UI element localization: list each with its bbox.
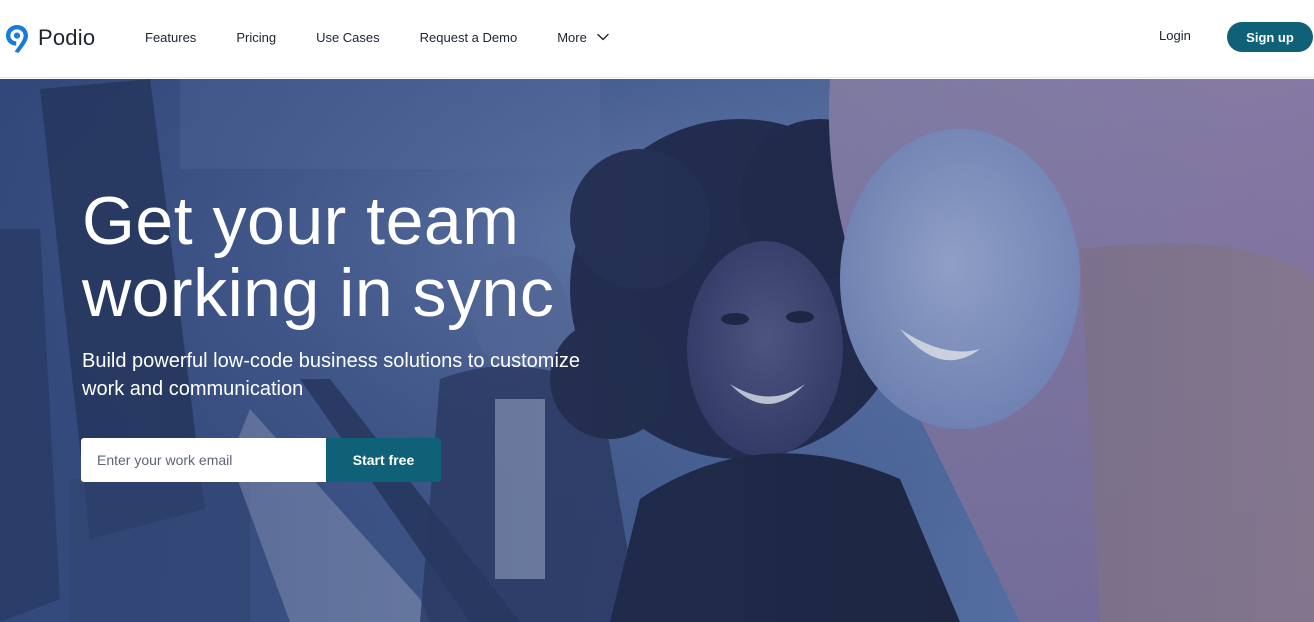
hero-title: Get your team working in sync: [82, 185, 702, 329]
hero-subtitle: Build powerful low-code business solutio…: [82, 347, 642, 403]
work-email-input[interactable]: [81, 438, 326, 482]
chevron-down-icon: [597, 33, 609, 41]
hero-title-line-2: working in sync: [82, 255, 555, 331]
nav-item-more-label: More: [557, 29, 587, 45]
nav-item-request-demo[interactable]: Request a Demo: [420, 30, 518, 45]
signup-button[interactable]: Sign up: [1227, 22, 1313, 52]
main-nav: Features Pricing Use Cases Request a Dem…: [145, 27, 609, 47]
hero-subtitle-line-1: Build powerful low-code business solutio…: [82, 350, 581, 372]
hero-section: Get your team working in sync Build powe…: [0, 79, 1314, 622]
email-signup-form: Start free: [81, 438, 441, 482]
site-header: Podio Features Pricing Use Cases Request…: [0, 0, 1314, 78]
nav-item-features[interactable]: Features: [145, 30, 196, 45]
hero-title-line-1: Get your team: [82, 183, 520, 259]
start-free-button[interactable]: Start free: [326, 438, 441, 482]
nav-item-pricing[interactable]: Pricing: [236, 30, 276, 45]
nav-item-use-cases[interactable]: Use Cases: [316, 30, 380, 45]
nav-item-more[interactable]: More: [557, 30, 609, 45]
hero-subtitle-line-2: work and communication: [82, 378, 304, 400]
brand-logo[interactable]: Podio: [4, 22, 95, 54]
podio-pin-logo-icon: [6, 25, 28, 53]
login-link[interactable]: Login: [1159, 28, 1191, 43]
brand-name: Podio: [38, 25, 96, 50]
